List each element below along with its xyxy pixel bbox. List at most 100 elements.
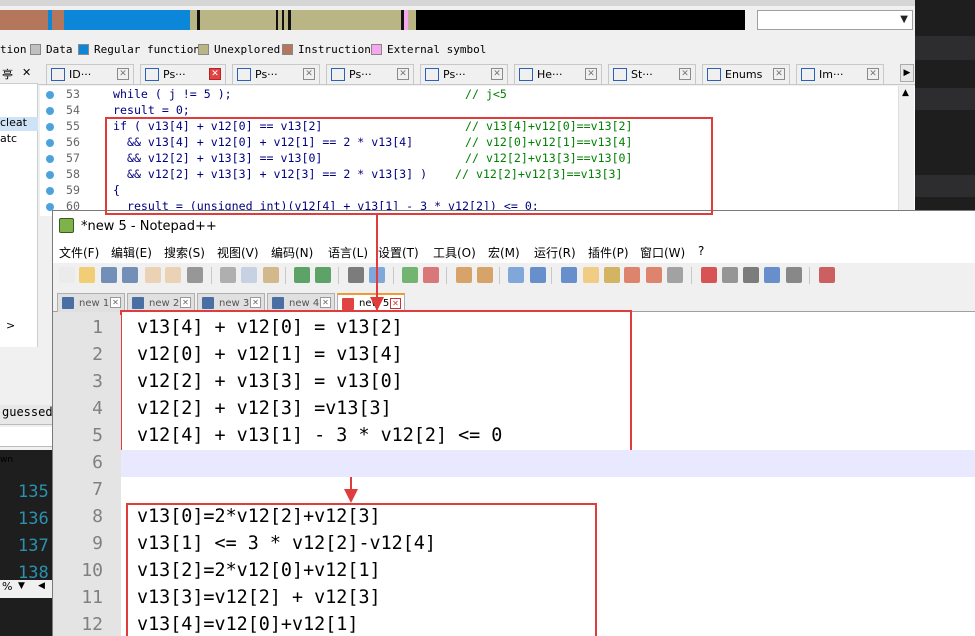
editor-line-text[interactable]: v13[4] + v12[0] = v13[2] — [137, 317, 403, 338]
record-macro-icon[interactable] — [701, 267, 717, 283]
spellcheck-icon[interactable] — [819, 267, 835, 283]
editor-line[interactable]: 7 — [53, 477, 975, 504]
close-icon[interactable]: ✕ — [390, 298, 401, 309]
doc-map-icon[interactable] — [604, 267, 620, 283]
save-all-icon[interactable] — [122, 267, 138, 283]
menu-item[interactable]: 语言(L) — [328, 244, 368, 261]
run-macro-multiple-icon[interactable] — [764, 267, 780, 283]
function-list-item[interactable]: atc — [0, 132, 17, 145]
close-icon[interactable]: ✕ — [320, 297, 331, 308]
editor-line[interactable]: 11 v13[3]=v12[2] + v12[3] — [53, 585, 975, 612]
close-icon[interactable]: ✕ — [22, 66, 31, 79]
editor-line-text[interactable]: v13[3]=v12[2] + v12[3] — [137, 587, 381, 608]
menu-item[interactable]: 宏(M) — [488, 244, 520, 261]
editor-line-text[interactable]: v12[2] + v12[3] =v13[3] — [137, 398, 392, 419]
ida-navigation-band[interactable] — [0, 10, 745, 30]
menu-item[interactable]: 编码(N) — [271, 244, 313, 261]
menu-item[interactable]: 设置(T) — [378, 244, 419, 261]
print-icon[interactable] — [187, 267, 203, 283]
zoom-percent[interactable]: % ▼ ◀ — [0, 580, 52, 598]
menu-item[interactable]: 视图(V) — [217, 244, 259, 261]
expand-icon[interactable]: > — [6, 319, 15, 332]
open-file-icon[interactable] — [79, 267, 95, 283]
editor-line[interactable]: 3 v12[2] + v13[3] = v13[0] — [53, 369, 975, 396]
menu-item[interactable]: 运行(R) — [534, 244, 576, 261]
editor-line-text[interactable]: v13[2]=2*v12[0]+v12[1] — [137, 560, 381, 581]
menu-item[interactable]: 窗口(W) — [640, 244, 685, 261]
editor-line-text[interactable]: v12[2] + v13[3] = v13[0] — [137, 371, 403, 392]
editor-line[interactable]: 2 v12[0] + v12[1] = v13[4] — [53, 342, 975, 369]
close-icon[interactable]: ✕ — [180, 297, 191, 308]
ida-tab[interactable]: He··· ✕ — [514, 64, 602, 84]
sync-h-icon[interactable] — [477, 267, 493, 283]
play-macro-icon[interactable] — [743, 267, 759, 283]
ida-segment-combo[interactable]: ▼ — [757, 10, 913, 30]
ida-tab[interactable]: Enums ✕ — [702, 64, 790, 84]
document-tab[interactable]: new 1 ✕ — [57, 293, 125, 312]
code-text[interactable]: result = 0; — [113, 103, 190, 117]
ida-tab[interactable]: Ps··· ✕ — [326, 64, 414, 84]
breakpoint-dot-icon[interactable] — [46, 91, 54, 99]
cut-icon[interactable] — [220, 267, 236, 283]
ida-tab[interactable]: Ps··· ✕ — [420, 64, 508, 84]
scroll-up-icon[interactable]: ▲ — [902, 88, 909, 98]
close-icon[interactable]: ✕ — [679, 68, 691, 80]
function-list-icon[interactable] — [624, 267, 640, 283]
text-editor[interactable]: 1 v13[4] + v12[0] = v13[2] 2 v12[0] + v12[1… — [53, 312, 975, 636]
editor-line[interactable]: 10 v13[2]=2*v12[0]+v12[1] — [53, 558, 975, 585]
chevron-left-icon[interactable]: ◀ — [38, 581, 45, 591]
function-list-item[interactable]: cleat — [0, 116, 27, 129]
new-file-icon[interactable] — [59, 267, 75, 283]
breakpoint-dot-icon[interactable] — [46, 187, 54, 195]
close-icon[interactable]: ✕ — [867, 68, 879, 80]
code-text[interactable]: while ( j != 5 ); — [113, 87, 232, 101]
editor-line[interactable]: 1 v13[4] + v12[0] = v13[2] — [53, 315, 975, 342]
ida-vertical-scrollbar[interactable]: ▲ — [898, 86, 914, 216]
close-file-icon[interactable] — [145, 267, 161, 283]
close-icon[interactable]: ✕ — [250, 297, 261, 308]
breakpoint-dot-icon[interactable] — [46, 155, 54, 163]
save-icon[interactable] — [101, 267, 117, 283]
ida-tab[interactable]: ID··· ✕ — [46, 64, 134, 84]
folder-workspace-icon[interactable] — [646, 267, 662, 283]
monitor-icon[interactable] — [667, 267, 683, 283]
menu-item[interactable]: 文件(F) — [59, 244, 99, 261]
breakpoint-dot-icon[interactable] — [46, 139, 54, 147]
close-icon[interactable]: ✕ — [397, 68, 409, 80]
editor-line[interactable]: 12 v13[4]=v12[0]+v12[1] — [53, 612, 975, 636]
redo-icon[interactable] — [315, 267, 331, 283]
ida-tab[interactable]: Ps··· ✕ — [140, 64, 226, 84]
stop-record-icon[interactable] — [722, 267, 738, 283]
tab-scroll-right-icon[interactable]: ▶ — [900, 64, 914, 82]
menu-item[interactable]: 编辑(E) — [111, 244, 152, 261]
menu-item[interactable]: 工具(O) — [433, 244, 476, 261]
paste-icon[interactable] — [263, 267, 279, 283]
close-icon[interactable]: ✕ — [110, 297, 121, 308]
editor-line[interactable]: 5 v12[4] + v13[1] - 3 * v12[2] <= 0 — [53, 423, 975, 450]
indent-guide-icon[interactable] — [561, 267, 577, 283]
menu-item[interactable]: ? — [698, 244, 704, 258]
breakpoint-dot-icon[interactable] — [46, 123, 54, 131]
wrap-icon[interactable] — [508, 267, 524, 283]
editor-line-text[interactable]: v12[0] + v12[1] = v13[4] — [137, 344, 403, 365]
editor-line-text[interactable]: v13[1] <= 3 * v12[2]-v12[4] — [137, 533, 436, 554]
find-icon[interactable] — [348, 267, 364, 283]
close-icon[interactable]: ✕ — [773, 68, 785, 80]
editor-line[interactable]: 8 v13[0]=2*v12[2]+v12[3] — [53, 504, 975, 531]
breakpoint-dot-icon[interactable] — [46, 107, 54, 115]
zoom-out-icon[interactable] — [423, 267, 439, 283]
sync-v-icon[interactable] — [456, 267, 472, 283]
copy-icon[interactable] — [241, 267, 257, 283]
close-icon[interactable]: ✕ — [303, 68, 315, 80]
all-chars-icon[interactable] — [530, 267, 546, 283]
menu-item[interactable]: 搜索(S) — [164, 244, 205, 261]
ida-tab[interactable]: Im··· ✕ — [796, 64, 884, 84]
close-icon[interactable]: ✕ — [491, 68, 503, 80]
ida-tab[interactable]: St··· ✕ — [608, 64, 696, 84]
ida-tab[interactable]: Ps··· ✕ — [232, 64, 320, 84]
editor-line-text[interactable]: v13[4]=v12[0]+v12[1] — [137, 614, 358, 635]
close-icon[interactable]: ✕ — [117, 68, 129, 80]
menu-item[interactable]: 插件(P) — [588, 244, 629, 261]
editor-line[interactable]: 9 v13[1] <= 3 * v12[2]-v12[4] — [53, 531, 975, 558]
editor-line[interactable]: 6 — [53, 450, 975, 477]
